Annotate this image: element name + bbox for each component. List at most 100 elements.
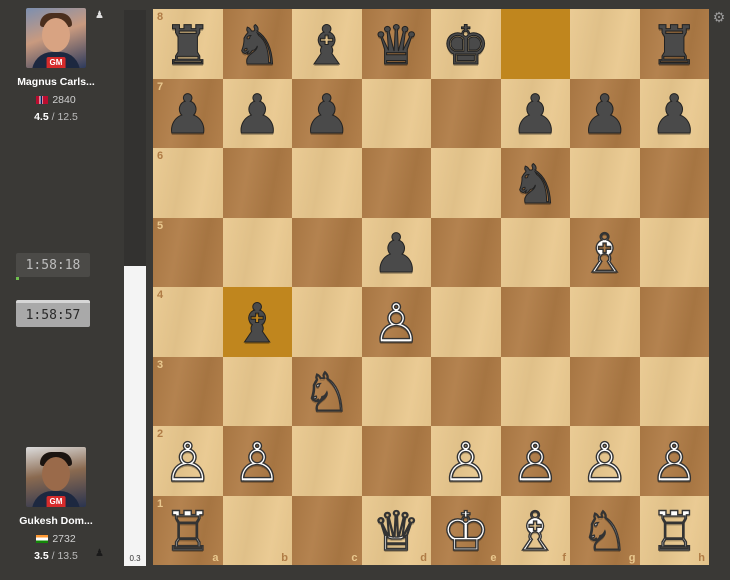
black-queen-icon[interactable]: ♛ [372, 18, 421, 73]
white-rook-icon[interactable]: ♖ [163, 504, 213, 559]
black-knight-icon[interactable]: ♞ [233, 18, 282, 73]
square-b4[interactable]: ♝ [222, 287, 292, 357]
square-f6[interactable]: ♞ [500, 148, 570, 218]
white-rook-icon[interactable]: ♖ [649, 504, 699, 559]
square-b7[interactable]: ♟ [222, 78, 292, 148]
square-f4[interactable] [500, 287, 570, 357]
white-pawn-icon[interactable]: ♙ [232, 435, 282, 490]
square-d7[interactable] [361, 78, 431, 148]
square-c3[interactable]: ♘ [292, 356, 362, 426]
white-king-icon[interactable]: ♔ [441, 504, 491, 559]
person-icon[interactable]: ♟ [95, 11, 104, 21]
square-g8[interactable] [570, 9, 640, 79]
black-rook-icon[interactable]: ♜ [650, 18, 699, 73]
player-name[interactable]: Gukesh Dom... [0, 515, 112, 527]
black-pawn-icon[interactable]: ♟ [233, 87, 282, 142]
white-pawn-icon[interactable]: ♙ [163, 435, 213, 490]
square-g5[interactable]: ♗ [570, 217, 640, 287]
square-d1[interactable]: d ♕ [361, 495, 431, 565]
white-queen-icon[interactable]: ♕ [371, 504, 421, 559]
white-bishop-icon[interactable]: ♗ [510, 504, 560, 559]
person-icon[interactable]: ♟ [95, 549, 104, 559]
square-d6[interactable] [361, 148, 431, 218]
square-e1[interactable]: e ♔ [431, 495, 501, 565]
black-king-icon[interactable]: ♚ [441, 18, 490, 73]
square-e7[interactable] [431, 78, 501, 148]
square-d8[interactable]: ♛ [361, 9, 431, 79]
square-a8[interactable]: 8 ♜ [153, 9, 223, 79]
square-h7[interactable]: ♟ [639, 78, 709, 148]
black-pawn-icon[interactable]: ♟ [511, 87, 560, 142]
square-e5[interactable] [431, 217, 501, 287]
white-bishop-icon[interactable]: ♗ [580, 226, 630, 281]
black-pawn-icon[interactable]: ♟ [650, 87, 699, 142]
square-h3[interactable] [639, 356, 709, 426]
square-c4[interactable] [292, 287, 362, 357]
white-pawn-icon[interactable]: ♙ [580, 435, 630, 490]
white-pawn-icon[interactable]: ♙ [371, 296, 421, 351]
square-d4[interactable]: ♙ [361, 287, 431, 357]
white-knight-icon[interactable]: ♘ [580, 504, 630, 559]
white-pawn-icon[interactable]: ♙ [441, 435, 491, 490]
square-d2[interactable] [361, 426, 431, 496]
square-e4[interactable] [431, 287, 501, 357]
square-b3[interactable] [222, 356, 292, 426]
square-a6[interactable]: 6 [153, 148, 223, 218]
black-bishop-icon[interactable]: ♝ [302, 18, 351, 73]
square-b8[interactable]: ♞ [222, 9, 292, 79]
square-h8[interactable]: ♜ [639, 9, 709, 79]
square-b1[interactable]: b [222, 495, 292, 565]
square-b6[interactable] [222, 148, 292, 218]
square-f2[interactable]: ♙ [500, 426, 570, 496]
black-bishop-icon[interactable]: ♝ [233, 296, 282, 351]
square-g1[interactable]: g ♘ [570, 495, 640, 565]
square-c1[interactable]: c [292, 495, 362, 565]
square-g4[interactable] [570, 287, 640, 357]
square-a3[interactable]: 3 [153, 356, 223, 426]
avatar[interactable]: GM [26, 8, 86, 68]
square-f7[interactable]: ♟ [500, 78, 570, 148]
chess-board[interactable]: 8 ♜ ♞ ♝ ♛ ♚ ♜ 7 ♟ ♟ ♟ ♟ ♟ ♟ 6 ♞ 5 ♟ ♗ 4 ♝ ♙ 3 ♘ 2 ♙ ♙ ♙ ♙ ♙ ♙ 1 a ♖ b c d ♕ e ♔… [153, 9, 709, 565]
square-h6[interactable] [639, 148, 709, 218]
square-c7[interactable]: ♟ [292, 78, 362, 148]
square-e2[interactable]: ♙ [431, 426, 501, 496]
square-a7[interactable]: 7 ♟ [153, 78, 223, 148]
square-c8[interactable]: ♝ [292, 9, 362, 79]
white-knight-icon[interactable]: ♘ [302, 365, 352, 420]
square-c6[interactable] [292, 148, 362, 218]
square-f8[interactable] [500, 9, 570, 79]
square-b2[interactable]: ♙ [222, 426, 292, 496]
square-c2[interactable] [292, 426, 362, 496]
square-d3[interactable] [361, 356, 431, 426]
square-a4[interactable]: 4 [153, 287, 223, 357]
square-g7[interactable]: ♟ [570, 78, 640, 148]
square-f3[interactable] [500, 356, 570, 426]
black-pawn-icon[interactable]: ♟ [302, 87, 351, 142]
black-rook-icon[interactable]: ♜ [163, 18, 212, 73]
square-h2[interactable]: ♙ [639, 426, 709, 496]
square-f5[interactable] [500, 217, 570, 287]
square-g2[interactable]: ♙ [570, 426, 640, 496]
square-e8[interactable]: ♚ [431, 9, 501, 79]
player-card-top[interactable]: GM Magnus Carls... 2840 4.5 / 12.5 [0, 8, 112, 123]
player-card-bottom[interactable]: GM Gukesh Dom... 2732 3.5 / 13.5 [0, 447, 112, 562]
square-f1[interactable]: f ♗ [500, 495, 570, 565]
player-name[interactable]: Magnus Carls... [0, 76, 112, 88]
square-a1[interactable]: 1 a ♖ [153, 495, 223, 565]
square-a2[interactable]: 2 ♙ [153, 426, 223, 496]
black-knight-icon[interactable]: ♞ [511, 157, 560, 212]
square-b5[interactable] [222, 217, 292, 287]
square-h1[interactable]: h ♖ [639, 495, 709, 565]
black-pawn-icon[interactable]: ♟ [372, 226, 421, 281]
square-h5[interactable] [639, 217, 709, 287]
square-e6[interactable] [431, 148, 501, 218]
square-e3[interactable] [431, 356, 501, 426]
gear-icon[interactable]: ⚙ [712, 10, 726, 24]
square-a5[interactable]: 5 [153, 217, 223, 287]
white-pawn-icon[interactable]: ♙ [649, 435, 699, 490]
square-h4[interactable] [639, 287, 709, 357]
white-pawn-icon[interactable]: ♙ [510, 435, 560, 490]
avatar[interactable]: GM [26, 447, 86, 507]
black-pawn-icon[interactable]: ♟ [580, 87, 629, 142]
square-c5[interactable] [292, 217, 362, 287]
